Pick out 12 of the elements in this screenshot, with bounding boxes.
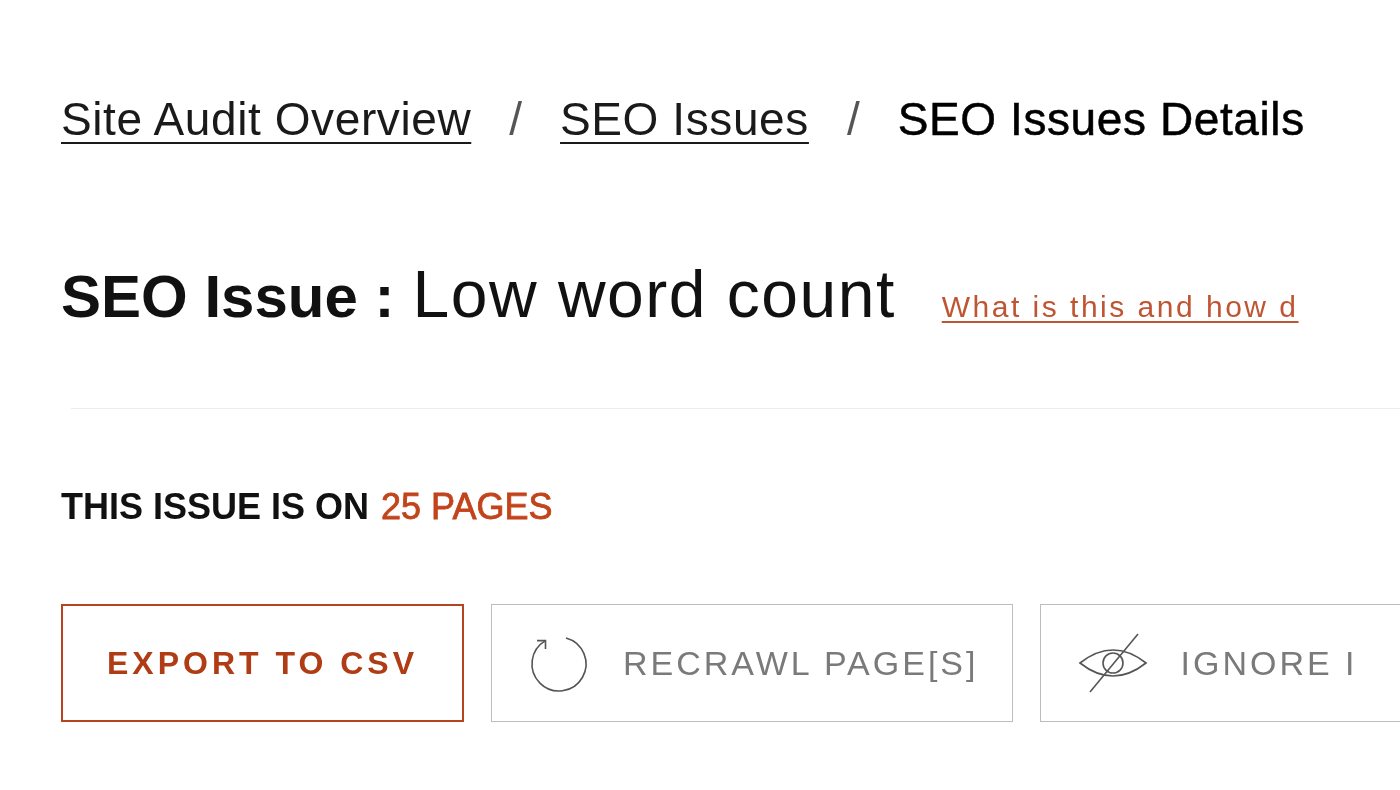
breadcrumb-current: SEO Issues Details <box>897 92 1305 147</box>
breadcrumb-link[interactable]: SEO Issues <box>560 90 809 148</box>
breadcrumb-link[interactable]: Site Audit Overview <box>61 90 472 148</box>
breadcrumb-separator: / <box>509 92 523 147</box>
summary-label: THIS ISSUE IS ON <box>61 485 370 529</box>
export-button[interactable]: EXPORT TO CSV <box>61 604 464 722</box>
eye-slash-icon <box>1078 633 1149 693</box>
issue-title: Low word count <box>412 256 896 333</box>
page-count: 25 PAGES <box>381 485 553 529</box>
breadcrumb-separator: / <box>846 92 860 147</box>
help-link[interactable]: What is this and how d <box>941 265 1299 349</box>
issue-label: SEO Issue : <box>61 262 395 332</box>
